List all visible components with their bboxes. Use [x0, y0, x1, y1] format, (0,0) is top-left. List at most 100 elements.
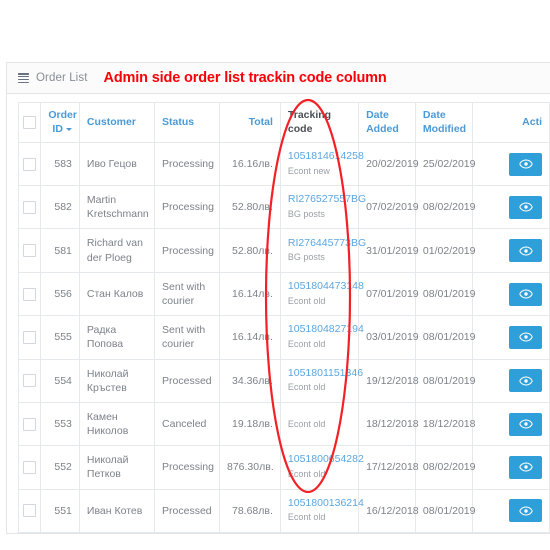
table-row[interactable]: 552 Николай Петков Processing 876.30лв. 1051… [17, 445, 550, 490]
order-table: Order ID Customer Status Total Tracking … [17, 102, 550, 533]
status-value: Processing [162, 244, 214, 257]
eye-icon [519, 246, 532, 256]
table-row[interactable]: 555 Радка Попова Sent with courier 16.14лв.… [17, 315, 550, 360]
date-modified-cell: 08/01/2019 [414, 315, 475, 360]
action-cell [471, 271, 550, 317]
courier-label: Econt old [287, 338, 326, 349]
date-added-header[interactable]: Date Added [358, 102, 416, 143]
row-checkbox[interactable] [23, 417, 37, 431]
order-id-cell: 555 [40, 315, 80, 360]
status-value: Processed [162, 374, 212, 387]
view-order-button[interactable] [509, 412, 542, 436]
customer-cell: Николай Кръстев [78, 358, 156, 403]
view-order-button[interactable] [509, 325, 542, 349]
list-icon [18, 73, 29, 84]
customer-header[interactable]: Customer [78, 102, 156, 143]
row-checkbox[interactable] [23, 200, 37, 214]
view-order-button[interactable] [509, 152, 542, 176]
row-select-cell [17, 271, 42, 317]
row-checkbox[interactable] [23, 157, 37, 171]
status-cell: Canceled [154, 401, 220, 447]
customer-cell: Martin Kretschmann [78, 185, 156, 230]
table-row[interactable]: 554 Николай Кръстев Processed 34.36лв. 10518… [17, 358, 550, 403]
table-body: 583 Иво Гецов Processing 16.16лв. 1051814614… [17, 141, 550, 533]
tracking-code-link[interactable]: 1051800654282 [288, 453, 364, 467]
customer-cell: Иво Гецов [78, 141, 156, 187]
eye-icon [519, 506, 532, 516]
row-checkbox[interactable] [23, 244, 37, 258]
order-id-cell: 581 [40, 228, 80, 273]
table-row[interactable]: 582 Martin Kretschmann Processing 52.80лв. R… [17, 185, 550, 230]
action-cell [471, 401, 550, 447]
tracking-code-link[interactable]: RI276527557BG [288, 193, 366, 207]
total-cell: 16.16лв. [219, 141, 281, 187]
row-checkbox[interactable] [23, 330, 37, 344]
total-cell: 52.80лв. [219, 185, 281, 230]
table-row[interactable]: 556 Стан Калов Sent with courier 16.14лв. 10… [17, 271, 550, 317]
total-cell: 16.14лв. [219, 271, 281, 317]
view-order-button[interactable] [509, 282, 542, 306]
total-cell: 16.14лв. [219, 315, 281, 360]
status-value: Processing [162, 201, 214, 214]
table-row[interactable]: 553 Камен Николов Canceled 19.18лв. Econt ol… [17, 401, 550, 447]
order-id-header-label: Order ID [48, 109, 77, 135]
tracking-code-cell: 1051814614258 Econt new [279, 141, 364, 187]
order-id-value: 581 [54, 244, 72, 257]
order-id-header[interactable]: Order ID [40, 102, 80, 143]
tracking-code-link[interactable]: 1051804473148 [288, 280, 364, 294]
date-added-value: 18/12/2018 [366, 417, 419, 430]
total-header[interactable]: Total [219, 102, 281, 143]
date-modified-cell: 01/02/2019 [414, 228, 475, 273]
eye-icon [519, 462, 532, 472]
date-modified-cell: 08/02/2019 [414, 185, 475, 230]
screenshot-root: Order List Admin side order list trackin… [0, 0, 550, 550]
row-select-cell [17, 488, 42, 533]
eye-icon [519, 419, 532, 429]
panel-title-label: Order List [36, 72, 88, 84]
date-modified-cell: 08/01/2019 [414, 358, 475, 403]
row-checkbox[interactable] [23, 287, 37, 301]
view-order-button[interactable] [509, 369, 542, 393]
courier-label: Econt old [287, 512, 326, 523]
date-added-cell: 07/02/2019 [358, 185, 419, 230]
order-id-cell: 553 [40, 401, 80, 447]
select-all-header [17, 102, 42, 143]
total-cell: 34.36лв. [219, 358, 281, 403]
view-order-button[interactable] [509, 239, 542, 263]
date-modified-value: 25/02/2019 [422, 157, 476, 170]
date-added-cell: 19/12/2018 [358, 358, 419, 403]
total-value: 19.18лв. [232, 417, 273, 430]
status-header[interactable]: Status [154, 102, 220, 143]
table-row[interactable]: 583 Иво Гецов Processing 16.16лв. 1051814614… [17, 141, 550, 187]
status-value: Processed [162, 504, 212, 517]
row-checkbox[interactable] [23, 374, 37, 388]
status-value: Processing [162, 461, 214, 474]
date-modified-header[interactable]: Date Modified [414, 102, 473, 143]
order-id-value: 556 [54, 287, 72, 300]
eye-icon [519, 332, 532, 342]
date-modified-cell: 08/02/2019 [414, 445, 475, 490]
table-row[interactable]: 551 Иван Котев Processed 78.68лв. 1051800136… [17, 488, 550, 533]
view-order-button[interactable] [509, 499, 542, 523]
select-all-checkbox[interactable] [23, 115, 37, 129]
customer-cell: Николай Петков [78, 445, 156, 490]
tracking-code-link[interactable]: 1051800136214 [288, 497, 364, 511]
table-row[interactable]: 581 Richard van der Ploeg Processing 52.80л… [17, 228, 550, 273]
courier-label: Econt old [287, 382, 326, 393]
action-header-label: Acti [522, 115, 542, 128]
order-id-value: 553 [54, 417, 72, 430]
view-order-button[interactable] [509, 455, 542, 479]
tracking-code-link[interactable]: 1051804827194 [288, 323, 364, 337]
row-select-cell [17, 445, 42, 490]
row-checkbox[interactable] [23, 504, 37, 518]
date-added-header-label: Date Added [366, 109, 399, 135]
row-select-cell [17, 315, 42, 360]
tracking-code-link[interactable]: RI276445773BG [288, 237, 366, 251]
row-checkbox[interactable] [23, 461, 37, 474]
tracking-code-cell: RI276445773BG BG posts [279, 228, 366, 273]
tracking-code-link[interactable]: 1051801151346 [288, 367, 363, 381]
view-order-button[interactable] [509, 195, 542, 219]
customer-value: Радка Попова [86, 324, 124, 351]
tracking-code-link[interactable]: 1051814614258 [288, 150, 364, 164]
date-modified-value: 18/12/2018 [422, 417, 476, 430]
